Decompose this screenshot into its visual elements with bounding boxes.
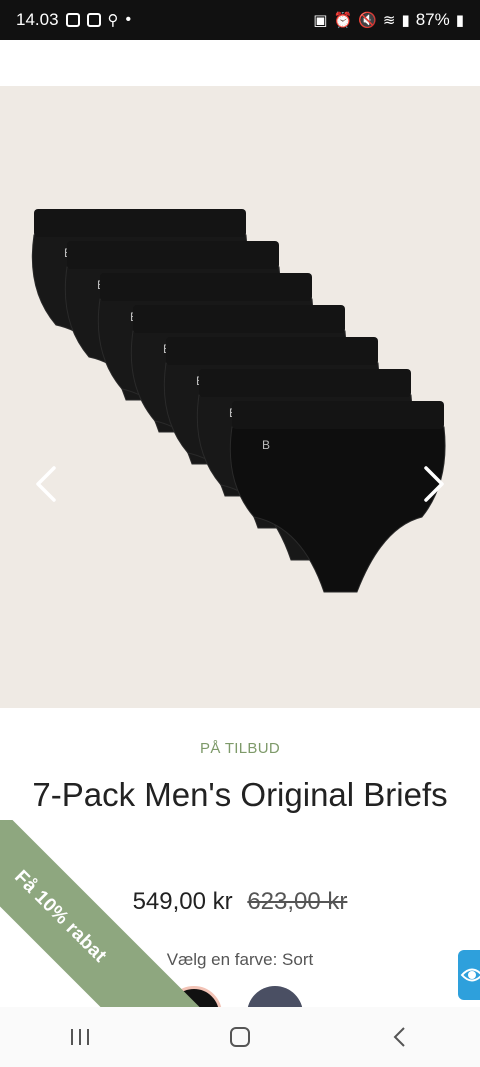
search-notification-icon: ⚲ [107, 12, 119, 29]
back-button[interactable] [370, 1017, 430, 1057]
accessibility-button[interactable] [458, 950, 480, 1000]
header [0, 40, 480, 86]
gallery-next-button[interactable] [416, 462, 452, 506]
back-icon [393, 1027, 405, 1047]
original-price: 623,00 kr [247, 888, 348, 915]
wifi-icon: ≋ [382, 12, 396, 29]
status-time: 14.03 [16, 10, 59, 29]
more-notifications-icon: • [125, 11, 132, 28]
battery-level: 87% [415, 10, 450, 29]
recent-apps-icon [71, 1029, 89, 1045]
current-price: 549,00 kr [132, 888, 233, 915]
status-right: ▣ ⏰ 🔇 ≋ ▮ 87% ▮ [313, 10, 464, 30]
discount-ribbon-container: Få 10% rabat [0, 820, 200, 1020]
lock-icon: ▣ [313, 12, 328, 29]
system-navigation-bar [0, 1007, 480, 1067]
status-bar: 14.03 ⚲ • ▣ ⏰ 🔇 ≋ ▮ 87% ▮ [0, 0, 480, 40]
screen: 14.03 ⚲ • ▣ ⏰ 🔇 ≋ ▮ 87% ▮ BBBBBBB PÅ TIL… [0, 0, 480, 1067]
signal-icon: ▮ [401, 12, 410, 29]
mute-icon: 🔇 [358, 12, 377, 29]
svg-text:B: B [262, 438, 270, 452]
gallery-notification-icon [65, 13, 80, 27]
product-title: 7-Pack Men's Original Briefs [32, 776, 448, 813]
home-icon [230, 1027, 250, 1047]
sale-label: PÅ TILBUD [200, 740, 280, 757]
battery-icon: ▮ [455, 12, 464, 29]
recent-apps-button[interactable] [50, 1017, 110, 1057]
home-button[interactable] [210, 1017, 270, 1057]
gallery-prev-button[interactable] [28, 462, 64, 506]
calendar-notification-icon [86, 13, 101, 27]
product-image: BBBBBBB [31, 209, 446, 593]
product-image-gallery[interactable]: BBBBBBB [0, 86, 480, 708]
status-left: 14.03 ⚲ • [16, 10, 131, 30]
eye-icon [460, 968, 480, 982]
discount-ribbon[interactable]: Få 10% rabat [0, 820, 200, 1020]
alarm-icon: ⏰ [333, 12, 353, 29]
brief-item: B [229, 401, 446, 593]
